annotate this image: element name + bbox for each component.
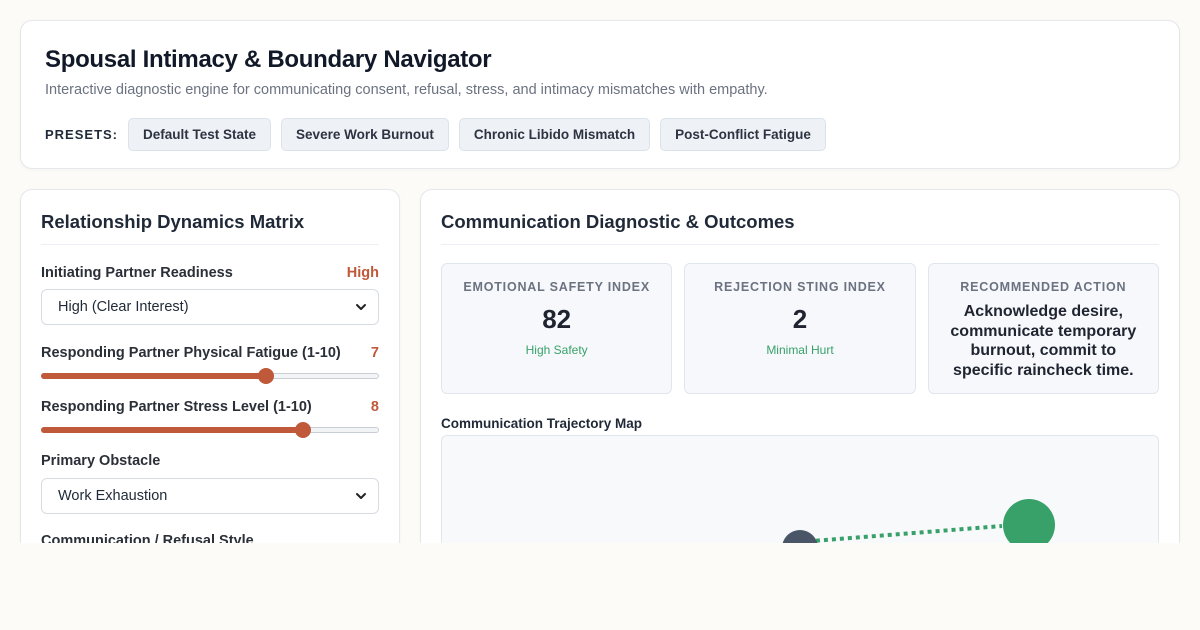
stress-slider[interactable] bbox=[41, 422, 379, 438]
stress-slider-thumb[interactable] bbox=[295, 422, 312, 438]
preset-default-test-state-button[interactable]: Default Test State bbox=[128, 118, 272, 151]
obstacle-field-head: Primary Obstacle bbox=[41, 453, 379, 469]
stress-field-head: Responding Partner Stress Level (1-10) 8 bbox=[41, 399, 379, 415]
recommended-action-text: Acknowledge desire, communicate temporar… bbox=[950, 303, 1137, 379]
obstacle-field: Primary Obstacle Work Exhaustion bbox=[41, 453, 379, 514]
fatigue-slider-fill bbox=[41, 373, 265, 379]
app-subtitle: Interactive diagnostic engine for commun… bbox=[45, 82, 768, 98]
fatigue-slider[interactable] bbox=[41, 368, 379, 384]
trajectory-path bbox=[799, 524, 1003, 543]
matrix-title: Relationship Dynamics Matrix bbox=[41, 210, 379, 245]
readiness-selected-option: High (Clear Interest) bbox=[58, 299, 189, 315]
trajectory-title: Communication Trajectory Map bbox=[441, 416, 643, 431]
rejection-sting-value: 2 bbox=[792, 304, 808, 334]
fatigue-value: 7 bbox=[370, 345, 379, 361]
style-field: Communication / Refusal Style bbox=[41, 533, 379, 543]
fatigue-label: Responding Partner Physical Fatigue (1-1… bbox=[41, 345, 341, 361]
rejection-sting-note: Minimal Hurt bbox=[766, 343, 834, 357]
preset-severe-work-burnout-button[interactable]: Severe Work Burnout bbox=[281, 118, 449, 151]
communication-diagnostic-panel: Communication Diagnostic & Outcomes EMOT… bbox=[420, 189, 1180, 543]
header-card: Spousal Intimacy & Boundary Navigator In… bbox=[20, 20, 1180, 169]
preset-post-conflict-fatigue-button[interactable]: Post-Conflict Fatigue bbox=[660, 118, 826, 151]
app-title: Spousal Intimacy & Boundary Navigator bbox=[45, 46, 492, 73]
fatigue-field-head: Responding Partner Physical Fatigue (1-1… bbox=[41, 345, 379, 361]
readiness-label: Initiating Partner Readiness bbox=[41, 265, 233, 281]
chevron-down-icon bbox=[356, 493, 366, 499]
readiness-field: Initiating Partner Readiness High High (… bbox=[41, 265, 379, 325]
diagnostic-title: Communication Diagnostic & Outcomes bbox=[441, 210, 1159, 245]
style-field-head: Communication / Refusal Style bbox=[41, 533, 379, 543]
trajectory-start-node bbox=[782, 530, 818, 543]
emotional-safety-value: 82 bbox=[542, 304, 572, 334]
readiness-field-head: Initiating Partner Readiness High bbox=[41, 265, 379, 281]
emotional-safety-card: EMOTIONAL SAFETY INDEX 82 High Safety bbox=[441, 263, 673, 394]
fatigue-field: Responding Partner Physical Fatigue (1-1… bbox=[41, 345, 379, 384]
stress-field: Responding Partner Stress Level (1-10) 8 bbox=[41, 399, 379, 438]
emotional-safety-note: High Safety bbox=[525, 343, 588, 357]
recommended-action-card: RECOMMENDED ACTION Acknowledge desire, c… bbox=[927, 263, 1159, 394]
stress-value: 8 bbox=[370, 399, 379, 415]
relationship-dynamics-panel: Relationship Dynamics Matrix Initiating … bbox=[20, 189, 400, 543]
readiness-value: High bbox=[346, 265, 379, 281]
stress-slider-fill bbox=[41, 427, 303, 433]
style-label: Communication / Refusal Style bbox=[41, 533, 254, 543]
obstacle-label: Primary Obstacle bbox=[41, 453, 161, 469]
presets-row: PRESETS: Default Test State Severe Work … bbox=[45, 118, 1155, 151]
stress-label: Responding Partner Stress Level (1-10) bbox=[41, 399, 312, 415]
readiness-select[interactable]: High (Clear Interest) bbox=[41, 289, 379, 325]
app-viewport: Spousal Intimacy & Boundary Navigator In… bbox=[0, 0, 1200, 543]
chevron-down-icon bbox=[356, 304, 366, 310]
recommended-action-label: RECOMMENDED ACTION bbox=[960, 280, 1127, 294]
metric-row: EMOTIONAL SAFETY INDEX 82 High Safety RE… bbox=[441, 263, 1159, 394]
obstacle-selected-option: Work Exhaustion bbox=[58, 488, 168, 504]
obstacle-select[interactable]: Work Exhaustion bbox=[41, 478, 379, 514]
trajectory-end-node bbox=[1003, 499, 1055, 543]
rejection-sting-card: REJECTION STING INDEX 2 Minimal Hurt bbox=[684, 263, 916, 394]
fatigue-slider-thumb[interactable] bbox=[258, 368, 274, 384]
preset-chronic-libido-mismatch-button[interactable]: Chronic Libido Mismatch bbox=[458, 118, 651, 151]
trajectory-map bbox=[441, 435, 1159, 543]
presets-label: PRESETS: bbox=[45, 127, 119, 142]
emotional-safety-label: EMOTIONAL SAFETY INDEX bbox=[463, 280, 650, 294]
rejection-sting-label: REJECTION STING INDEX bbox=[714, 280, 886, 294]
trajectory-svg bbox=[782, 499, 1055, 543]
